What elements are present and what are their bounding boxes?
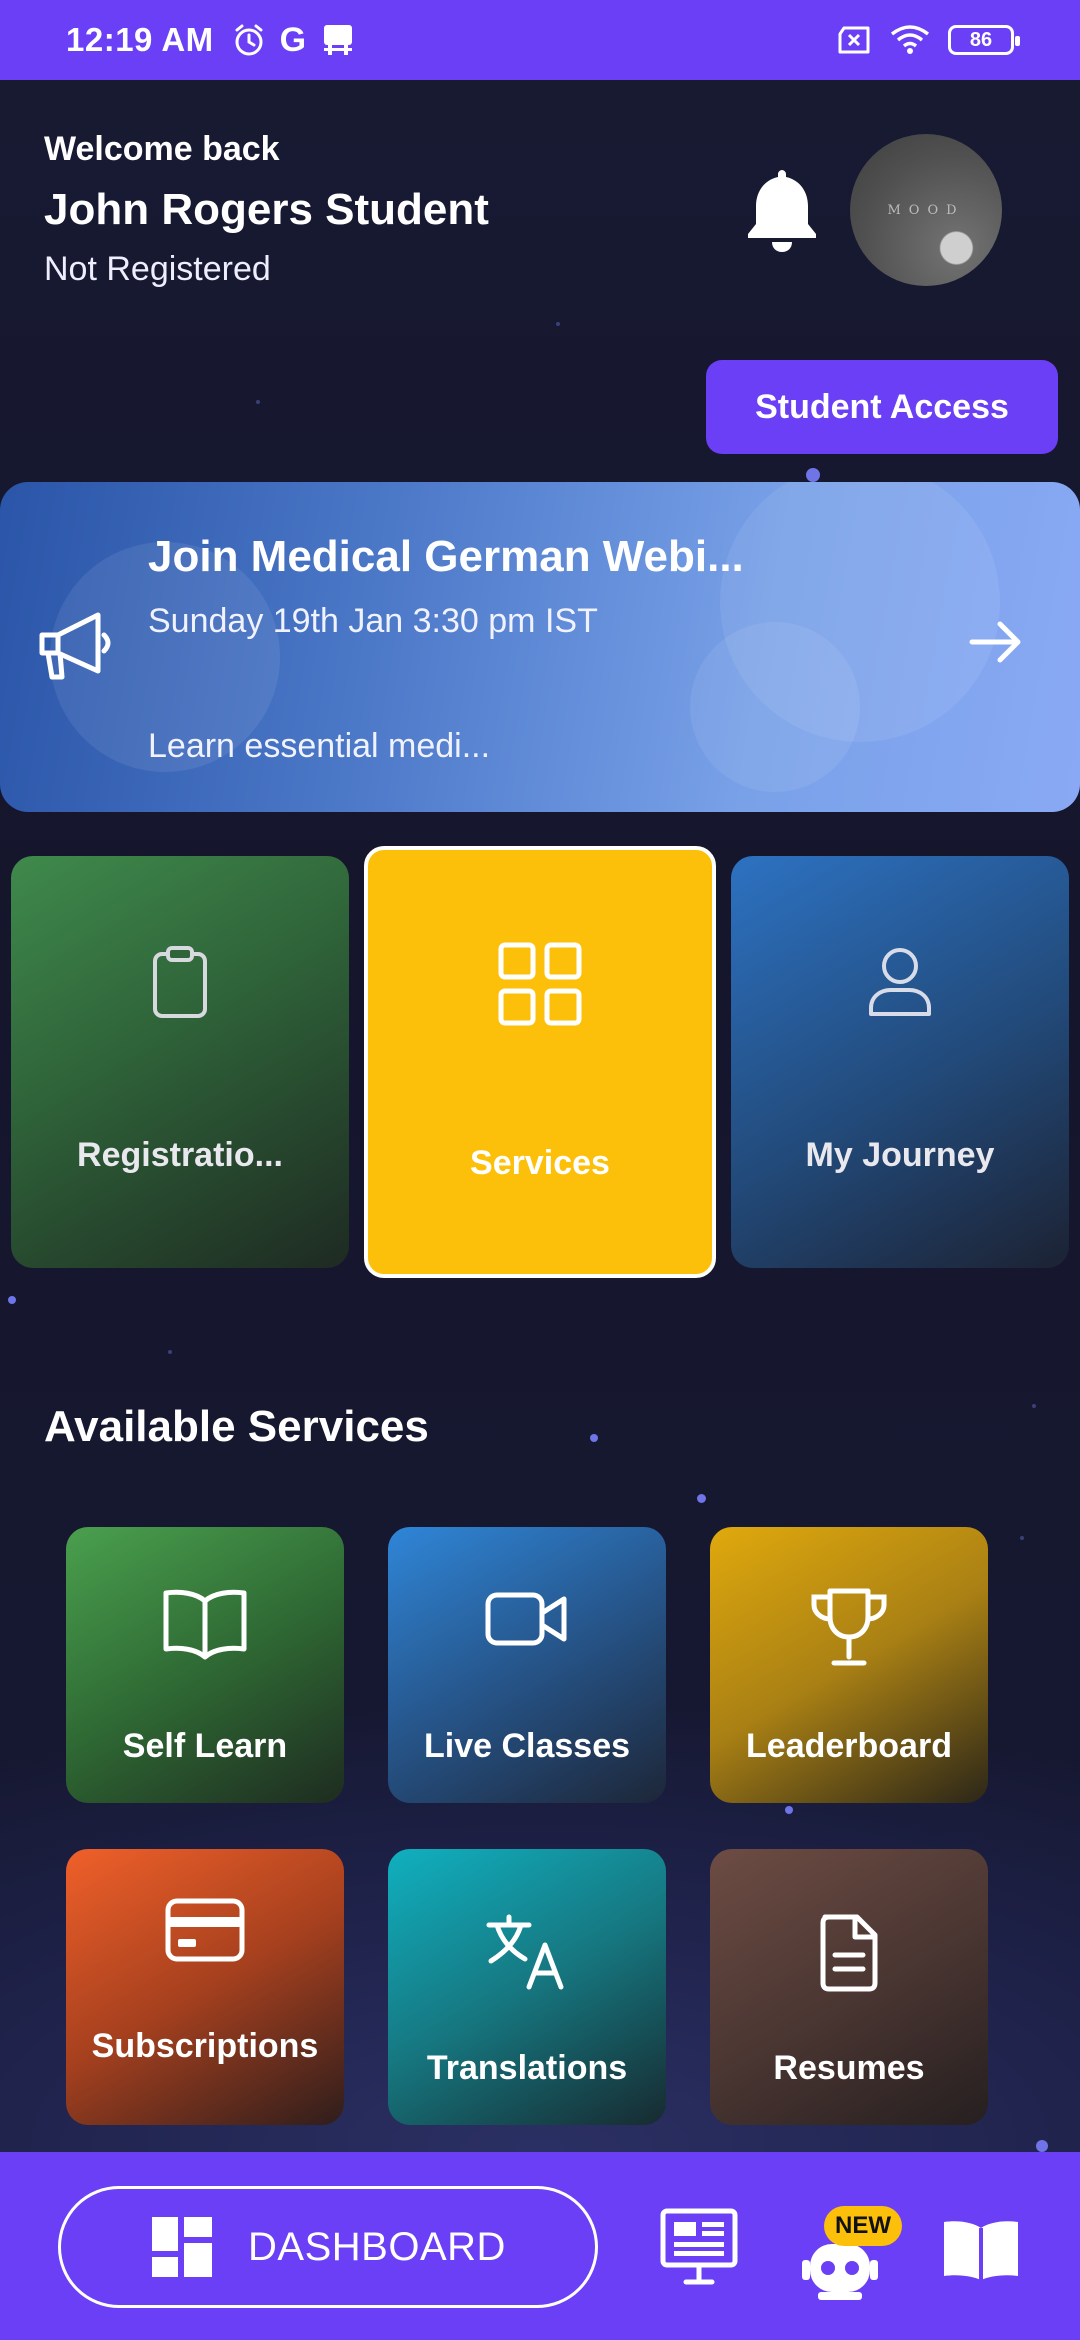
document-icon [820, 1914, 878, 1992]
battery-level: 86 [969, 28, 993, 51]
star-decoration [806, 468, 820, 482]
banner-bubble [690, 622, 860, 792]
app-screen: 12:19 AM G 86 Welcome back John Rogers S… [0, 0, 1080, 2340]
notification-bell-icon[interactable] [744, 166, 820, 256]
wifi-icon [890, 25, 930, 54]
dashboard-icon [152, 2217, 213, 2277]
battery-indicator: 86 [948, 25, 1020, 55]
translations-label: Translations [426, 2049, 628, 2087]
star-decoration [168, 1350, 172, 1354]
student-access-button[interactable]: Student Access [706, 360, 1058, 454]
star-decoration [556, 322, 560, 326]
grid-icon [498, 942, 582, 1026]
subscriptions-label: Subscriptions [91, 2027, 319, 2065]
notification-app-icon [324, 25, 353, 55]
webinar-banner[interactable]: Join Medical German Webi... Sunday 19th … [0, 482, 1080, 812]
banner-date: Sunday 19th Jan 3:30 pm IST [148, 602, 598, 640]
available-services-title: Available Services [44, 1402, 429, 1451]
star-decoration [1032, 1404, 1036, 1408]
translate-icon [486, 1914, 564, 1990]
leaderboard-label: Leaderboard [746, 1727, 952, 1765]
resumes-card[interactable]: Resumes [710, 1849, 988, 2125]
self-learn-card[interactable]: Self Learn [66, 1527, 344, 1803]
megaphone-icon [39, 612, 111, 680]
status-bar: 12:19 AM G 86 [0, 0, 1080, 80]
avatar[interactable]: MOOD [850, 134, 1002, 286]
star-decoration [590, 1434, 598, 1442]
book-open-icon [163, 1589, 247, 1660]
dashboard-button[interactable]: DASHBOARD [58, 2186, 598, 2308]
welcome-text: Welcome back [44, 130, 280, 168]
arrow-right-icon[interactable] [966, 612, 1026, 672]
star-decoration [785, 1806, 793, 1814]
trophy-icon [811, 1588, 887, 1666]
my-journey-tile[interactable]: My Journey [731, 856, 1069, 1268]
subscriptions-card[interactable]: Subscriptions [66, 1849, 344, 2125]
services-tile-label: Services [470, 1144, 610, 1182]
translations-card[interactable]: Translations [388, 1849, 666, 2125]
user-name: John Rogers Student [44, 185, 489, 234]
live-classes-label: Live Classes [423, 1727, 631, 1765]
alarm-icon [235, 24, 263, 56]
credit-card-icon [165, 1898, 245, 1962]
leaderboard-card[interactable]: Leaderboard [710, 1527, 988, 1803]
banner-title: Join Medical German Webi... [148, 532, 744, 581]
star-decoration [697, 1494, 706, 1503]
presentation-icon[interactable] [660, 2208, 738, 2286]
clipboard-icon [153, 946, 207, 1018]
star-decoration [256, 400, 260, 404]
my-journey-tile-label: My Journey [805, 1136, 995, 1174]
self-learn-label: Self Learn [122, 1727, 288, 1765]
bottom-navigation: DASHBOARD NEW [0, 2152, 1080, 2340]
avatar-text: MOOD [887, 202, 965, 218]
google-icon: G [279, 20, 307, 59]
user-icon [869, 948, 931, 1016]
video-icon [485, 1592, 567, 1646]
new-badge: NEW [824, 2206, 902, 2246]
banner-description: Learn essential medi... [148, 727, 491, 765]
star-decoration [8, 1296, 16, 1304]
resumes-label: Resumes [773, 2049, 925, 2087]
star-decoration [1036, 2140, 1048, 2152]
dashboard-label: DASHBOARD [248, 2224, 506, 2269]
status-time: 12:19 AM [66, 21, 214, 58]
star-decoration [1020, 1536, 1024, 1540]
book-icon[interactable] [940, 2218, 1022, 2282]
live-classes-card[interactable]: Live Classes [388, 1527, 666, 1803]
registration-tile[interactable]: Registratio... [11, 856, 349, 1268]
sim-off-icon [838, 26, 870, 54]
registration-tile-label: Registratio... [77, 1136, 283, 1174]
services-tile[interactable]: Services [364, 846, 716, 1278]
registration-status: Not Registered [44, 250, 271, 288]
